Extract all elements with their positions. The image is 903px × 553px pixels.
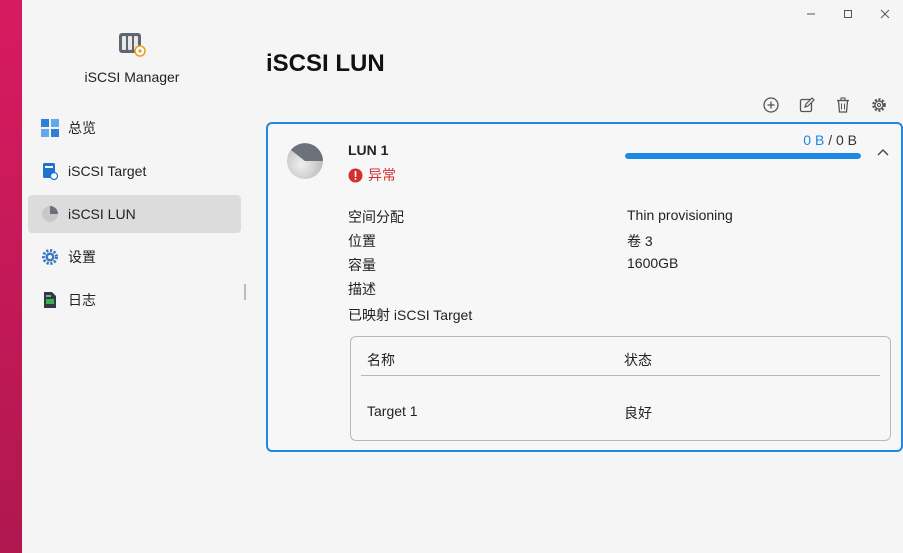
settings-button[interactable]: [861, 94, 897, 116]
prop-label-description: 描述: [348, 281, 376, 297]
delete-icon: [837, 97, 849, 113]
minimize-icon: [806, 13, 815, 15]
sidebar-item-label: iSCSI Target: [68, 163, 147, 179]
sidebar-item-settings[interactable]: 设置: [28, 238, 241, 276]
table-cell-name: Target 1: [367, 403, 418, 419]
log-file-icon: [40, 290, 60, 310]
mapped-targets-table: 名称 状态 Target 1 良好: [350, 336, 891, 441]
iscsi-manager-logo-icon: [118, 32, 146, 58]
lun-pie-icon: [40, 204, 60, 224]
close-icon: [880, 9, 889, 19]
window-controls: [792, 0, 903, 28]
sidebar-resize-handle[interactable]: [244, 284, 246, 300]
gear-icon: [40, 247, 60, 267]
usage-progress-fill: [625, 153, 861, 159]
sidebar: iSCSI Manager 总览 iSCSI Target iSCSI LUN …: [22, 0, 247, 553]
toolbar: [753, 94, 897, 116]
usage-separator: /: [824, 132, 836, 148]
desktop-edge: [0, 0, 22, 553]
prop-value-location: 卷 3: [627, 233, 653, 249]
usage-progress-bar: [625, 153, 861, 159]
target-icon: [40, 161, 60, 181]
sidebar-item-overview[interactable]: 总览: [28, 109, 241, 147]
error-icon: [348, 168, 363, 183]
settings-icon: [872, 98, 886, 112]
add-button[interactable]: [753, 94, 789, 116]
sidebar-item-iscsi-lun[interactable]: iSCSI LUN: [28, 195, 241, 233]
prop-value-allocation: Thin provisioning: [627, 207, 733, 223]
lun-name: LUN 1: [348, 142, 389, 158]
prop-label-mapped-targets: 已映射 iSCSI Target: [348, 307, 473, 323]
usage-used: 0 B: [803, 132, 825, 148]
prop-label-location: 位置: [348, 233, 376, 249]
sidebar-item-log[interactable]: 日志: [28, 281, 241, 319]
maximize-button[interactable]: [829, 0, 866, 28]
status-text: 异常: [368, 167, 396, 183]
add-icon: [763, 97, 779, 113]
usage-readout: 0 B / 0 B: [803, 132, 857, 148]
sidebar-item-label: 日志: [68, 292, 96, 308]
collapse-button[interactable]: [875, 144, 891, 160]
column-header-name: 名称: [367, 352, 395, 368]
prop-label-capacity: 容量: [348, 257, 376, 273]
sidebar-item-iscsi-target[interactable]: iSCSI Target: [28, 152, 241, 190]
column-header-status: 状态: [624, 352, 652, 368]
prop-value-capacity: 1600GB: [627, 255, 679, 271]
minimize-button[interactable]: [792, 0, 829, 28]
lun-pie-icon: [285, 141, 325, 181]
app-title: iSCSI Manager: [84, 69, 180, 85]
sidebar-item-label: 总览: [68, 120, 96, 136]
lun-card[interactable]: LUN 1 异常 0 B / 0 B 空间分配 Thin provisionin…: [266, 122, 903, 452]
edit-button[interactable]: [789, 94, 825, 116]
close-button[interactable]: [866, 0, 903, 28]
prop-label-allocation: 空间分配: [348, 209, 404, 225]
usage-total: 0 B: [835, 132, 857, 148]
app-window: iSCSI Manager 总览 iSCSI Target iSCSI LUN …: [22, 0, 903, 553]
maximize-icon: [843, 10, 852, 18]
overview-grid-icon: [40, 118, 60, 138]
page-title: iSCSI LUN: [266, 50, 385, 77]
sidebar-item-label: iSCSI LUN: [68, 206, 136, 222]
lun-status: 异常: [348, 165, 396, 185]
delete-button[interactable]: [825, 94, 861, 116]
table-cell-status: 良好: [624, 405, 652, 421]
chevron-up-icon: [877, 149, 889, 156]
sidebar-item-label: 设置: [68, 249, 96, 265]
edit-icon: [799, 97, 815, 113]
header-divider: [361, 375, 880, 376]
